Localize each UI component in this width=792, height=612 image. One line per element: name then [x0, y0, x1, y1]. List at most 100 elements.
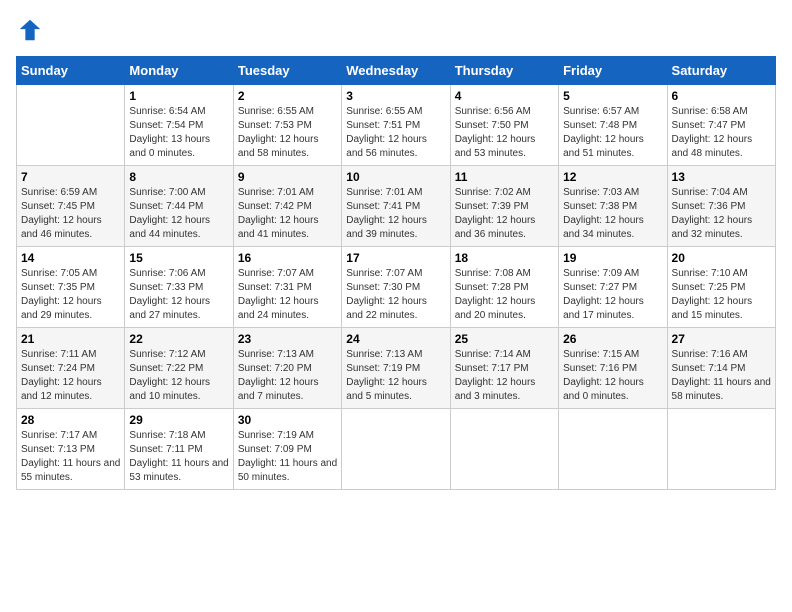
calendar-cell: 17 Sunrise: 7:07 AMSunset: 7:30 PMDaylig… — [342, 247, 450, 328]
calendar-cell: 26 Sunrise: 7:15 AMSunset: 7:16 PMDaylig… — [559, 328, 667, 409]
day-info: Sunrise: 7:04 AMSunset: 7:36 PMDaylight:… — [672, 186, 771, 242]
calendar-cell: 20 Sunrise: 7:10 AMSunset: 7:25 PMDaylig… — [667, 247, 775, 328]
day-number: 6 — [672, 89, 771, 103]
day-number: 10 — [346, 170, 445, 184]
week-row-2: 14 Sunrise: 7:05 AMSunset: 7:35 PMDaylig… — [17, 247, 776, 328]
day-number: 1 — [129, 89, 228, 103]
day-info: Sunrise: 7:13 AMSunset: 7:19 PMDaylight:… — [346, 348, 445, 404]
day-info: Sunrise: 7:07 AMSunset: 7:30 PMDaylight:… — [346, 267, 445, 323]
day-number: 7 — [21, 170, 120, 184]
day-number: 2 — [238, 89, 337, 103]
day-info: Sunrise: 7:13 AMSunset: 7:20 PMDaylight:… — [238, 348, 337, 404]
day-info: Sunrise: 6:58 AMSunset: 7:47 PMDaylight:… — [672, 105, 771, 161]
day-info: Sunrise: 7:00 AMSunset: 7:44 PMDaylight:… — [129, 186, 228, 242]
calendar-cell: 23 Sunrise: 7:13 AMSunset: 7:20 PMDaylig… — [233, 328, 341, 409]
calendar-cell: 30 Sunrise: 7:19 AMSunset: 7:09 PMDaylig… — [233, 409, 341, 490]
calendar-cell: 11 Sunrise: 7:02 AMSunset: 7:39 PMDaylig… — [450, 166, 558, 247]
calendar-cell: 2 Sunrise: 6:55 AMSunset: 7:53 PMDayligh… — [233, 85, 341, 166]
page-header — [16, 16, 776, 44]
week-row-4: 28 Sunrise: 7:17 AMSunset: 7:13 PMDaylig… — [17, 409, 776, 490]
day-info: Sunrise: 7:02 AMSunset: 7:39 PMDaylight:… — [455, 186, 554, 242]
calendar-cell: 1 Sunrise: 6:54 AMSunset: 7:54 PMDayligh… — [125, 85, 233, 166]
calendar-cell: 9 Sunrise: 7:01 AMSunset: 7:42 PMDayligh… — [233, 166, 341, 247]
header-friday: Friday — [559, 57, 667, 85]
day-info: Sunrise: 7:12 AMSunset: 7:22 PMDaylight:… — [129, 348, 228, 404]
day-info: Sunrise: 7:19 AMSunset: 7:09 PMDaylight:… — [238, 429, 337, 485]
day-number: 25 — [455, 332, 554, 346]
day-number: 9 — [238, 170, 337, 184]
day-info: Sunrise: 7:17 AMSunset: 7:13 PMDaylight:… — [21, 429, 120, 485]
day-number: 16 — [238, 251, 337, 265]
calendar-cell: 28 Sunrise: 7:17 AMSunset: 7:13 PMDaylig… — [17, 409, 125, 490]
calendar-cell: 14 Sunrise: 7:05 AMSunset: 7:35 PMDaylig… — [17, 247, 125, 328]
day-info: Sunrise: 7:01 AMSunset: 7:42 PMDaylight:… — [238, 186, 337, 242]
day-number: 13 — [672, 170, 771, 184]
header-thursday: Thursday — [450, 57, 558, 85]
calendar-table: SundayMondayTuesdayWednesdayThursdayFrid… — [16, 56, 776, 490]
day-number: 5 — [563, 89, 662, 103]
day-info: Sunrise: 7:11 AMSunset: 7:24 PMDaylight:… — [21, 348, 120, 404]
calendar-cell — [559, 409, 667, 490]
day-number: 4 — [455, 89, 554, 103]
week-row-0: 1 Sunrise: 6:54 AMSunset: 7:54 PMDayligh… — [17, 85, 776, 166]
calendar-cell: 6 Sunrise: 6:58 AMSunset: 7:47 PMDayligh… — [667, 85, 775, 166]
day-number: 11 — [455, 170, 554, 184]
day-info: Sunrise: 7:01 AMSunset: 7:41 PMDaylight:… — [346, 186, 445, 242]
day-info: Sunrise: 7:07 AMSunset: 7:31 PMDaylight:… — [238, 267, 337, 323]
day-number: 24 — [346, 332, 445, 346]
header-row: SundayMondayTuesdayWednesdayThursdayFrid… — [17, 57, 776, 85]
week-row-3: 21 Sunrise: 7:11 AMSunset: 7:24 PMDaylig… — [17, 328, 776, 409]
calendar-cell: 25 Sunrise: 7:14 AMSunset: 7:17 PMDaylig… — [450, 328, 558, 409]
day-number: 15 — [129, 251, 228, 265]
header-sunday: Sunday — [17, 57, 125, 85]
header-saturday: Saturday — [667, 57, 775, 85]
header-monday: Monday — [125, 57, 233, 85]
day-number: 12 — [563, 170, 662, 184]
day-info: Sunrise: 7:10 AMSunset: 7:25 PMDaylight:… — [672, 267, 771, 323]
day-number: 29 — [129, 413, 228, 427]
calendar-cell: 29 Sunrise: 7:18 AMSunset: 7:11 PMDaylig… — [125, 409, 233, 490]
calendar-cell: 5 Sunrise: 6:57 AMSunset: 7:48 PMDayligh… — [559, 85, 667, 166]
calendar-body: 1 Sunrise: 6:54 AMSunset: 7:54 PMDayligh… — [17, 85, 776, 490]
day-number: 20 — [672, 251, 771, 265]
day-info: Sunrise: 7:09 AMSunset: 7:27 PMDaylight:… — [563, 267, 662, 323]
calendar-cell: 27 Sunrise: 7:16 AMSunset: 7:14 PMDaylig… — [667, 328, 775, 409]
calendar-cell: 21 Sunrise: 7:11 AMSunset: 7:24 PMDaylig… — [17, 328, 125, 409]
day-info: Sunrise: 6:55 AMSunset: 7:53 PMDaylight:… — [238, 105, 337, 161]
day-info: Sunrise: 7:15 AMSunset: 7:16 PMDaylight:… — [563, 348, 662, 404]
day-info: Sunrise: 7:06 AMSunset: 7:33 PMDaylight:… — [129, 267, 228, 323]
calendar-cell: 10 Sunrise: 7:01 AMSunset: 7:41 PMDaylig… — [342, 166, 450, 247]
calendar-cell — [450, 409, 558, 490]
header-wednesday: Wednesday — [342, 57, 450, 85]
calendar-header: SundayMondayTuesdayWednesdayThursdayFrid… — [17, 57, 776, 85]
calendar-cell: 12 Sunrise: 7:03 AMSunset: 7:38 PMDaylig… — [559, 166, 667, 247]
calendar-cell: 22 Sunrise: 7:12 AMSunset: 7:22 PMDaylig… — [125, 328, 233, 409]
day-info: Sunrise: 7:03 AMSunset: 7:38 PMDaylight:… — [563, 186, 662, 242]
calendar-cell: 18 Sunrise: 7:08 AMSunset: 7:28 PMDaylig… — [450, 247, 558, 328]
day-info: Sunrise: 6:59 AMSunset: 7:45 PMDaylight:… — [21, 186, 120, 242]
day-number: 27 — [672, 332, 771, 346]
day-number: 18 — [455, 251, 554, 265]
calendar-cell: 4 Sunrise: 6:56 AMSunset: 7:50 PMDayligh… — [450, 85, 558, 166]
calendar-cell: 15 Sunrise: 7:06 AMSunset: 7:33 PMDaylig… — [125, 247, 233, 328]
day-number: 22 — [129, 332, 228, 346]
day-number: 14 — [21, 251, 120, 265]
day-info: Sunrise: 6:56 AMSunset: 7:50 PMDaylight:… — [455, 105, 554, 161]
day-number: 28 — [21, 413, 120, 427]
calendar-cell: 16 Sunrise: 7:07 AMSunset: 7:31 PMDaylig… — [233, 247, 341, 328]
day-info: Sunrise: 6:57 AMSunset: 7:48 PMDaylight:… — [563, 105, 662, 161]
day-info: Sunrise: 7:05 AMSunset: 7:35 PMDaylight:… — [21, 267, 120, 323]
calendar-cell: 19 Sunrise: 7:09 AMSunset: 7:27 PMDaylig… — [559, 247, 667, 328]
header-tuesday: Tuesday — [233, 57, 341, 85]
day-number: 21 — [21, 332, 120, 346]
day-number: 19 — [563, 251, 662, 265]
day-number: 23 — [238, 332, 337, 346]
calendar-cell: 24 Sunrise: 7:13 AMSunset: 7:19 PMDaylig… — [342, 328, 450, 409]
day-info: Sunrise: 7:18 AMSunset: 7:11 PMDaylight:… — [129, 429, 228, 485]
day-info: Sunrise: 6:54 AMSunset: 7:54 PMDaylight:… — [129, 105, 228, 161]
calendar-cell — [667, 409, 775, 490]
calendar-cell — [17, 85, 125, 166]
day-number: 8 — [129, 170, 228, 184]
day-number: 26 — [563, 332, 662, 346]
day-number: 30 — [238, 413, 337, 427]
